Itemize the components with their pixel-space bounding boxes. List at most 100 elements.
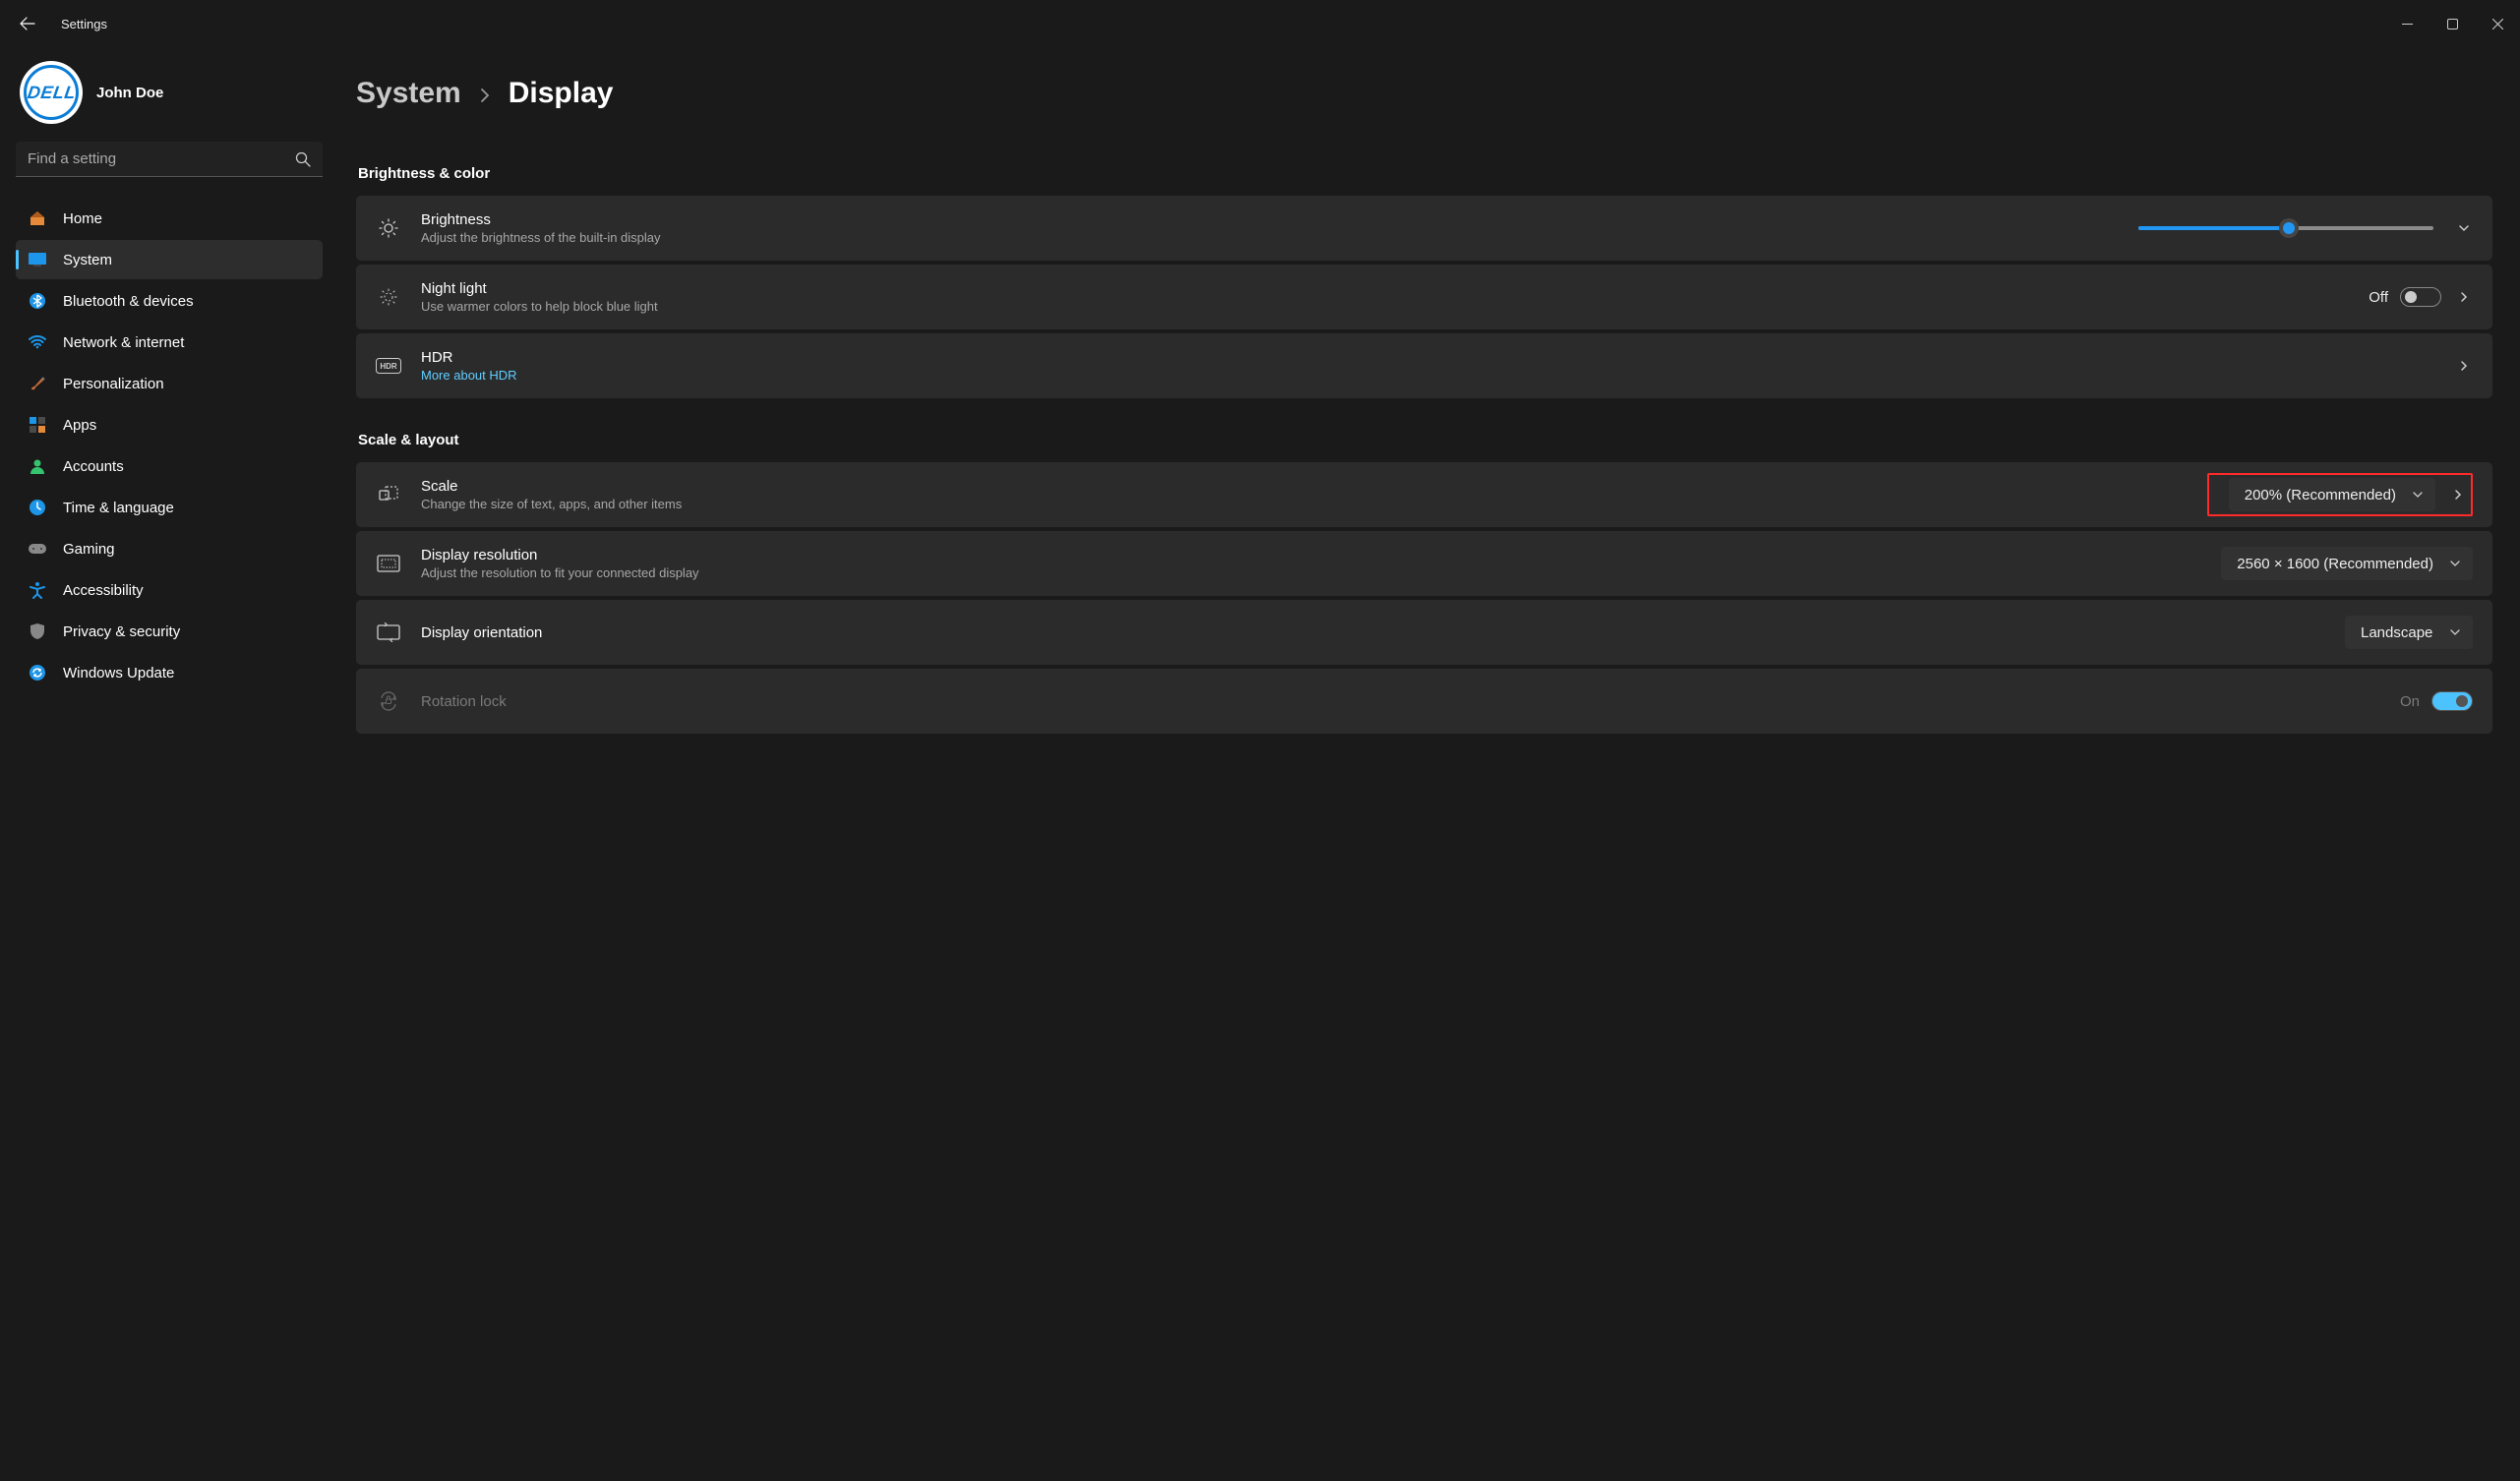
titlebar: Settings [0,0,2520,47]
sidebar-item-system[interactable]: System [16,240,323,279]
resolution-dropdown[interactable]: 2560 × 1600 (Recommended) [2221,547,2473,580]
section-brightness-color: Brightness & color [358,165,2492,182]
dropdown-value: Landscape [2361,624,2432,641]
sidebar-item-label: System [63,252,112,268]
orientation-dropdown[interactable]: Landscape [2345,616,2473,649]
section-scale-layout: Scale & layout [358,432,2492,448]
window-title: Settings [61,17,107,31]
chevron-down-icon [2449,558,2461,569]
chevron-down-icon[interactable] [2455,221,2473,235]
sidebar-item-bluetooth[interactable]: Bluetooth & devices [16,281,323,321]
clock-globe-icon [28,498,47,517]
card-subtitle: Change the size of text, apps, and other… [421,497,2207,511]
chevron-down-icon [2449,626,2461,638]
sidebar-item-accessibility[interactable]: Accessibility [16,570,323,610]
card-subtitle: Adjust the resolution to fit your connec… [421,565,2221,580]
apps-icon [28,415,47,435]
card-orientation[interactable]: Display orientation Landscape [356,600,2492,665]
card-title: HDR [421,349,2455,366]
dropdown-value: 2560 × 1600 (Recommended) [2237,556,2433,572]
chevron-right-icon[interactable] [2449,488,2467,502]
chevron-right-icon[interactable] [2455,290,2473,304]
sidebar-item-privacy[interactable]: Privacy & security [16,612,323,651]
sidebar-item-accounts[interactable]: Accounts [16,446,323,486]
sidebar: DELL John Doe Home System Bluetooth & de… [0,47,325,1481]
update-icon [28,663,47,682]
card-title: Scale [421,478,2207,495]
card-title: Display resolution [421,547,2221,563]
breadcrumb-current: Display [509,77,614,110]
sidebar-item-label: Home [63,210,102,227]
sidebar-item-label: Accessibility [63,582,144,599]
breadcrumb-parent[interactable]: System [356,77,461,110]
search-icon [295,151,311,167]
system-icon [28,250,47,269]
night-light-toggle[interactable] [2400,287,2441,307]
wifi-icon [28,332,47,352]
hdr-link[interactable]: More about HDR [421,368,2455,383]
dropdown-value: 200% (Recommended) [2245,487,2396,504]
sidebar-item-label: Windows Update [63,665,174,681]
sidebar-item-network[interactable]: Network & internet [16,323,323,362]
card-subtitle: Use warmer colors to help block blue lig… [421,299,2369,314]
hdr-icon: HDR [376,358,401,374]
card-title: Display orientation [421,624,2345,641]
scale-icon [376,484,401,505]
toggle-label: On [2400,693,2420,710]
window-controls [2384,0,2520,47]
sidebar-item-windows-update[interactable]: Windows Update [16,653,323,692]
card-night-light[interactable]: Night light Use warmer colors to help bl… [356,265,2492,329]
slider-thumb[interactable] [2279,218,2299,238]
close-button[interactable] [2475,0,2520,47]
card-resolution[interactable]: Display resolution Adjust the resolution… [356,531,2492,596]
rotation-lock-icon [376,690,401,712]
card-scale[interactable]: Scale Change the size of text, apps, and… [356,462,2492,527]
sidebar-item-home[interactable]: Home [16,199,323,238]
arrow-left-icon [20,16,35,31]
slider-fill [2138,226,2289,230]
content: System Display Brightness & color Bright… [325,47,2520,1481]
rotation-lock-toggle [2431,691,2473,711]
accessibility-icon [28,580,47,600]
orientation-icon [376,622,401,642]
search-box[interactable] [16,142,323,177]
sidebar-item-label: Apps [63,417,96,434]
card-subtitle: Adjust the brightness of the built-in di… [421,230,2138,245]
search-input[interactable] [28,150,295,167]
profile-block[interactable]: DELL John Doe [16,53,325,142]
gamepad-icon [28,539,47,559]
sidebar-item-time-language[interactable]: Time & language [16,488,323,527]
sidebar-item-label: Network & internet [63,334,184,351]
breadcrumb: System Display [356,77,2492,110]
bluetooth-icon [28,291,47,311]
night-light-icon [376,286,401,308]
sidebar-item-personalization[interactable]: Personalization [16,364,323,403]
profile-name: John Doe [96,85,163,101]
card-title: Brightness [421,211,2138,228]
toggle-label: Off [2369,289,2388,306]
paintbrush-icon [28,374,47,393]
card-title: Night light [421,280,2369,297]
avatar-text: DELL [26,83,77,103]
sidebar-item-gaming[interactable]: Gaming [16,529,323,568]
nav: Home System Bluetooth & devices Network … [16,199,325,692]
card-title: Rotation lock [421,693,2400,710]
card-hdr[interactable]: HDR HDR More about HDR [356,333,2492,398]
chevron-down-icon [2412,489,2424,501]
sidebar-item-label: Time & language [63,500,174,516]
sidebar-item-apps[interactable]: Apps [16,405,323,444]
resolution-icon [376,555,401,572]
shield-icon [28,622,47,641]
back-button[interactable] [8,4,47,43]
svg-text:HDR: HDR [380,362,397,371]
chevron-right-icon [479,87,491,104]
brightness-slider[interactable] [2138,226,2433,230]
sidebar-item-label: Privacy & security [63,623,180,640]
card-brightness[interactable]: Brightness Adjust the brightness of the … [356,196,2492,261]
maximize-button[interactable] [2430,0,2475,47]
sidebar-item-label: Personalization [63,376,164,392]
chevron-right-icon[interactable] [2455,359,2473,373]
avatar: DELL [20,61,83,124]
minimize-button[interactable] [2384,0,2430,47]
scale-dropdown[interactable]: 200% (Recommended) [2229,478,2435,511]
